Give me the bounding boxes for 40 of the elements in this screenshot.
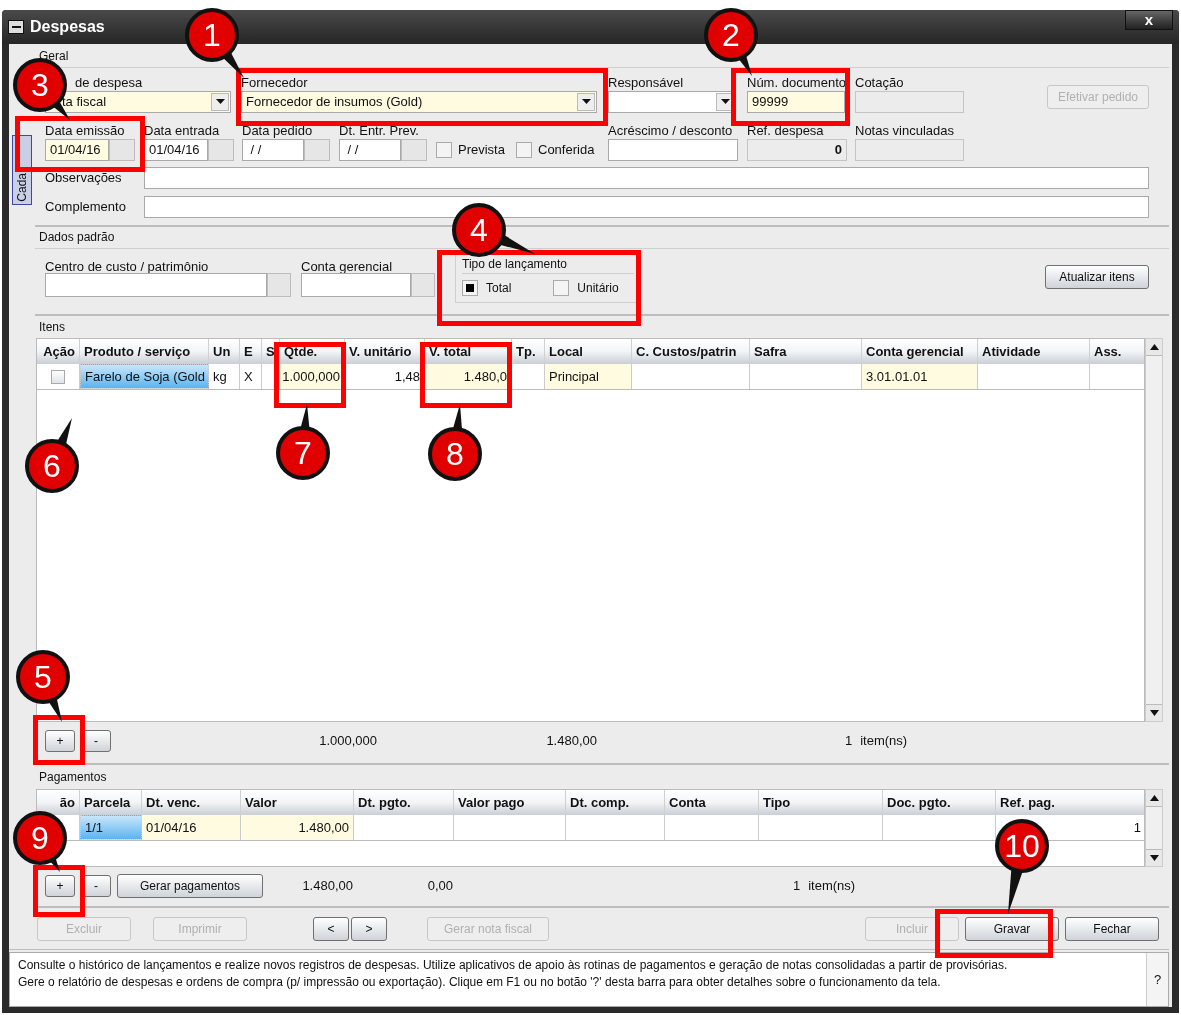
field-label: Observações <box>44 169 123 188</box>
table-cell: 3.01.01.01 <box>862 364 978 389</box>
item-count-label: item(ns) <box>808 877 856 896</box>
table-cell: 1/1 <box>80 815 142 840</box>
option-label: Unitário <box>577 280 619 297</box>
field-label: Ref. despesa <box>747 123 825 139</box>
section-title: Pagamentos <box>39 769 107 786</box>
section-title: Itens <box>39 319 65 336</box>
checkbox-label: Prevista <box>458 141 505 160</box>
help-text: Gere o relatório de despesas e ordens de compra (p/ impressão ou exportação). Clique em F1 ou no botão '?' desta barra para obter detalhes sobre o funcionamento da tela. <box>18 974 942 991</box>
field-label: Conta gerencial <box>301 258 394 273</box>
field-label: Notas vinculadas <box>855 123 955 139</box>
field-label: Cotação <box>855 75 905 91</box>
item-count: 1 <box>845 731 853 750</box>
section-title: Dados padrão <box>39 229 115 246</box>
total-value: 1.480,00 <box>301 877 353 896</box>
field-label: Complemento <box>44 198 127 217</box>
field-label: Fornecedor <box>241 75 309 91</box>
table-cell: 01/04/16 <box>142 815 241 840</box>
table-cell: Principal <box>545 364 632 389</box>
checkbox-label: Conferida <box>538 141 595 160</box>
field-label: Data emissão <box>45 123 126 139</box>
help-text: Consulte o histórico de lançamentos e realize novos registros de despesas. Utilize aplicativos de apoio às rotinas de pagamentos e geração de notas consolidadas a partir de provisórias. <box>18 957 1009 974</box>
field-label: de despesa <box>74 75 144 91</box>
field-label: Núm. documento <box>747 75 845 91</box>
window-title: Despesas <box>30 17 105 37</box>
field-label: Responsável <box>608 75 685 91</box>
total-value: 1.000,000 <box>318 731 377 750</box>
option-label: Total <box>486 280 512 297</box>
field-label: Acréscimo / desconto <box>608 123 734 139</box>
field-label: Dt. Entr. Prev. <box>339 123 420 139</box>
item-count: 1 <box>793 877 801 896</box>
table-cell: 1.480,00 <box>241 815 354 840</box>
total-value: 1.480,00 <box>545 731 597 750</box>
item-count-label: item(ns) <box>860 731 908 750</box>
total-value: 0,00 <box>426 877 453 896</box>
field-label: Centro de custo / patrimônio <box>45 258 210 273</box>
field-label: Data entrada <box>144 123 221 139</box>
table-cell: Farelo de Soja (Gold <box>80 364 209 389</box>
field-label: Data pedido <box>242 123 314 139</box>
